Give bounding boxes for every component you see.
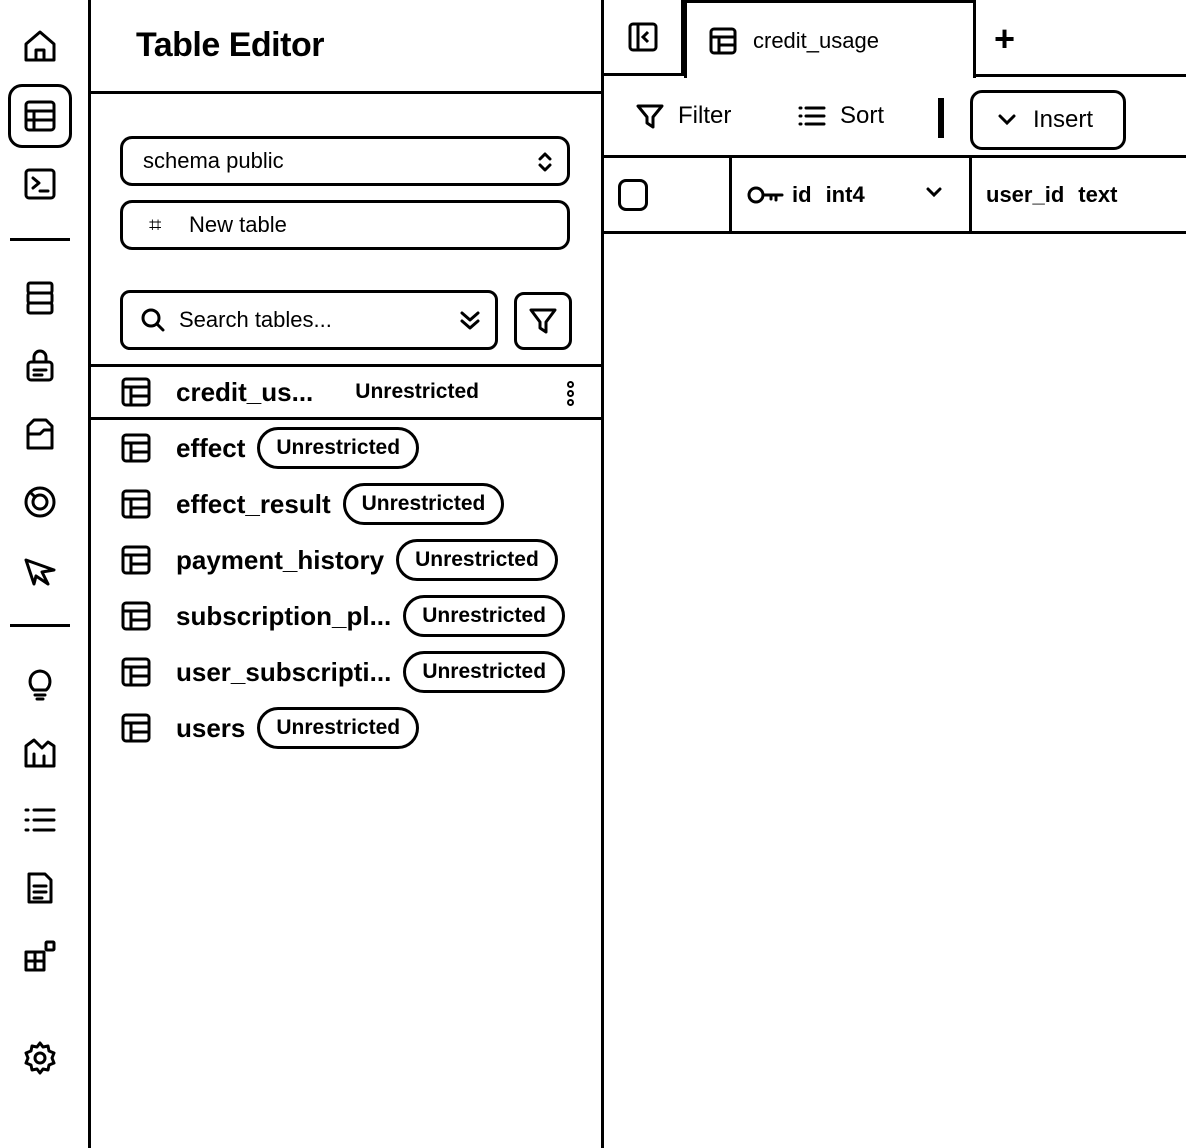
add-tab-button[interactable]: + [994,18,1015,60]
table-icon [121,489,151,519]
chevron-up-down-icon [538,152,552,172]
grid-toolbar: Filter Sort Insert [604,78,1186,158]
sidebar-collapse-icon [628,22,657,51]
database-icon[interactable] [8,266,72,330]
table-list-item[interactable]: effect_result Unrestricted [88,476,601,532]
table-list-item[interactable]: users Unrestricted [88,700,601,756]
more-options-icon[interactable] [567,381,575,408]
table-list-item[interactable]: effect Unrestricted [88,420,601,476]
icon-rail [0,0,91,1148]
table-icon [121,657,151,687]
column-header-id[interactable]: id int4 [732,158,972,231]
insert-label: Insert [1033,106,1094,133]
page-title: Table Editor [136,26,324,64]
select-all-cell [604,158,732,231]
home-icon[interactable] [8,14,72,78]
new-table-label: New table [189,212,287,237]
table-list-item[interactable]: user_subscripti... Unrestricted [88,644,601,700]
tab-label: credit_usage [753,27,879,53]
integrations-icon[interactable] [8,924,72,988]
table-list-item[interactable]: credit_us... Unrestricted [88,364,601,420]
rls-status-badge: Unrestricted [403,595,565,637]
table-name: effect_result [176,488,331,519]
collapse-sidebar-button[interactable] [604,0,684,76]
main-pane: credit_usage + Filter Sort Insert id int… [604,0,1186,1148]
rls-status-badge: Unrestricted [403,651,566,693]
realtime-icon[interactable] [8,470,72,534]
table-name: effect [176,432,246,463]
rls-status-badge: Unrestricted [257,707,420,749]
rls-status-badge: Unrestricted [355,380,479,403]
tab-divider [976,74,1186,77]
table-name: users [176,712,246,743]
table-sidebar: Table Editor schema public ⌗ New table S… [88,0,604,1148]
column-type: text [1078,181,1118,207]
rls-status-badge: Unrestricted [257,427,420,469]
tab-bar: credit_usage + [604,0,1186,78]
table-list: credit_us... Unrestricted effect Unrestrict… [88,364,601,756]
search-icon [141,308,165,332]
rls-status-badge: Unrestricted [396,539,558,581]
chevron-down-icon[interactable] [925,186,943,200]
settings-icon[interactable] [8,1026,72,1090]
filter-icon [529,308,557,334]
select-all-checkbox[interactable] [618,178,648,211]
table-icon [121,545,151,575]
table-list-item[interactable]: payment_history Unrestricted [88,532,601,588]
grid-body [604,234,1186,1148]
filter-icon [636,104,664,129]
filter-button[interactable]: Filter [634,100,731,132]
logs-icon[interactable] [8,788,72,852]
table-name: subscription_pl... [176,600,392,631]
primary-key-icon [747,186,784,203]
table-icon [709,27,737,54]
column-name: id [792,181,812,207]
search-tables-input[interactable]: Search tables... [120,290,498,350]
search-placeholder: Search tables... [179,307,332,332]
storage-icon[interactable] [8,402,72,466]
auth-icon[interactable] [8,334,72,398]
rls-status-badge: Unrestricted [342,483,505,525]
chevron-down-icon [998,114,1016,126]
table-icon [121,377,151,407]
advisors-icon[interactable] [8,652,72,716]
table-icon [121,433,151,463]
table-name: payment_history [176,544,385,575]
filter-tables-button[interactable] [514,292,572,350]
sort-label: Sort [840,102,885,129]
table-name: user_subscripti... [176,656,392,687]
toolbar-divider [938,98,944,138]
reports-icon[interactable] [8,720,72,784]
filter-label: Filter [678,102,732,129]
table-icon [121,601,151,631]
column-header-user-id[interactable]: user_id text [972,158,1186,231]
table-icon [121,713,151,743]
sort-icon [798,106,826,126]
sql-editor-icon[interactable] [8,152,72,216]
chevrons-down-icon[interactable] [457,307,483,335]
rail-divider [10,624,70,627]
rail-divider [10,238,70,241]
table-editor-icon[interactable] [8,84,72,148]
table-name: credit_us... [176,376,314,407]
sort-button[interactable]: Sort [796,100,884,132]
api-docs-icon[interactable] [8,856,72,920]
sidebar-header: Table Editor [88,0,601,94]
tab-credit-usage[interactable]: credit_usage [684,0,976,78]
plus-icon: ⌗ [149,212,162,237]
insert-button[interactable]: Insert [970,90,1126,150]
column-type: int4 [825,181,865,207]
schema-selector[interactable]: schema public [120,136,570,186]
column-name: user_id [986,181,1065,207]
schema-value: schema public [143,148,284,173]
table-list-item[interactable]: subscription_pl... Unrestricted [88,588,601,644]
edge-functions-icon[interactable] [8,538,72,602]
new-table-button[interactable]: ⌗ New table [120,200,570,250]
grid-header: id int4 user_id text [604,158,1186,234]
